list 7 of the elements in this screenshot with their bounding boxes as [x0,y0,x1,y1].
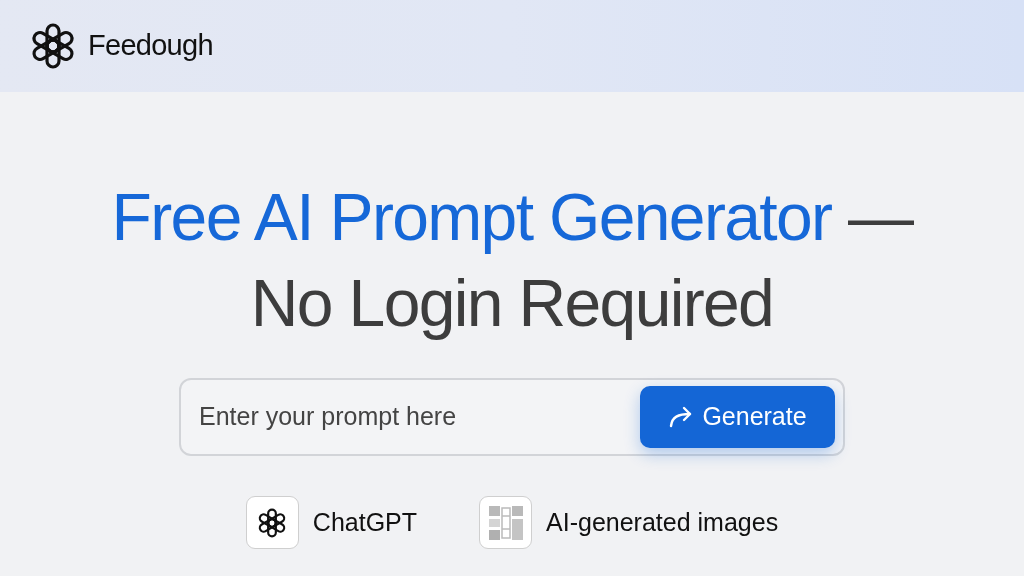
feature-label: ChatGPT [312,506,418,538]
generate-button[interactable]: Generate [640,386,835,448]
feature-label: AI-generated images [546,506,779,538]
page-heading: Free AI Prompt Generator — No Login Required [111,179,913,342]
brand-name: Feedough [88,28,213,64]
image-grid-icon [487,503,524,542]
prompt-field[interactable]: Enter your prompt here Generate [179,378,845,456]
